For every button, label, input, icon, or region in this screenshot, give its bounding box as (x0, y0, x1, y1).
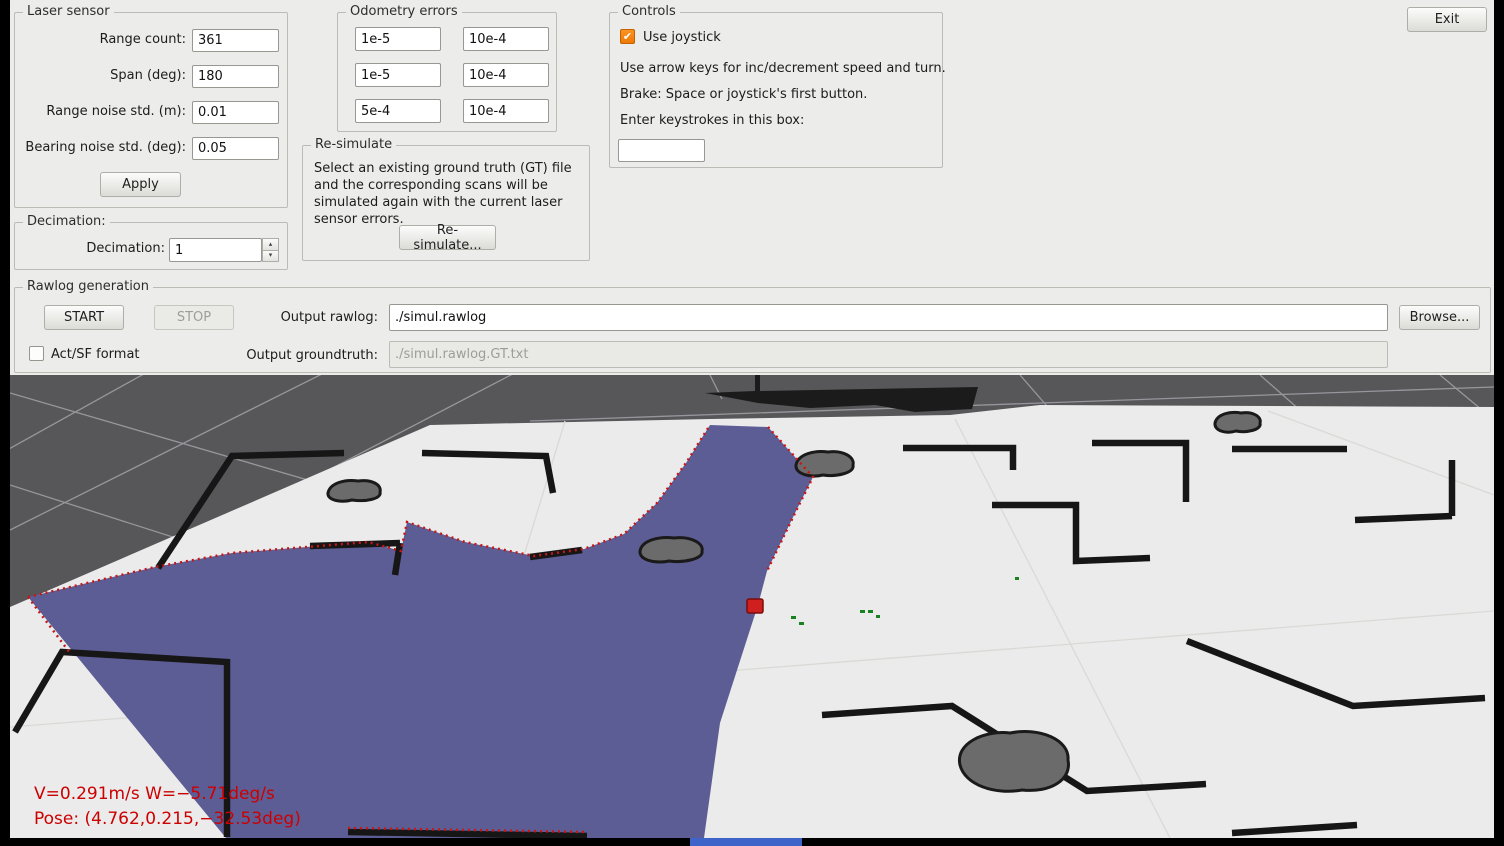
obstacle-blob (1215, 412, 1260, 432)
robot-marker (747, 599, 763, 613)
odometry-error-input-2-0[interactable] (355, 99, 441, 123)
range-noise-input[interactable] (192, 101, 279, 124)
decimation-group-title: Decimation: (23, 214, 110, 229)
control-panel: Laser sensor Range count: Span (deg): Ra… (10, 0, 1494, 375)
odometry-error-input-1-1[interactable] (463, 63, 549, 87)
controls-help-line-1: Use arrow keys for inc/decrement speed a… (620, 61, 946, 76)
controls-help-line-2: Brake: Space or joystick's first button. (620, 87, 867, 102)
decimation-label: Decimation: (21, 241, 165, 256)
controls-group: Controls ✔ Use joystick Use arrow keys f… (609, 12, 943, 168)
use-joystick-checkbox[interactable]: ✔ (620, 29, 635, 44)
decimation-input[interactable] (169, 238, 262, 262)
resimulate-button[interactable]: Re-simulate... (399, 225, 496, 250)
decimation-group: Decimation: Decimation: ▴ ▾ (14, 222, 288, 270)
bearing-noise-input[interactable] (192, 137, 279, 160)
exit-button[interactable]: Exit (1407, 7, 1487, 32)
spin-down-icon[interactable]: ▾ (262, 251, 279, 263)
actsf-format-checkbox[interactable] (29, 346, 44, 361)
bottom-blue-strip (690, 838, 802, 846)
odometry-errors-group-title: Odometry errors (346, 4, 462, 19)
laser-sensor-group: Laser sensor Range count: Span (deg): Ra… (14, 12, 288, 208)
output-groundtruth-input (389, 341, 1388, 368)
obstacle-blob (328, 481, 380, 502)
resimulate-group: Re-simulate Select an existing ground tr… (302, 145, 590, 261)
apply-button[interactable]: Apply (100, 172, 181, 197)
controls-help-line-3: Enter keystrokes in this box: (620, 113, 804, 128)
decimation-spinner[interactable]: ▴ ▾ (169, 238, 279, 262)
span-deg-input[interactable] (192, 65, 279, 88)
check-icon: ✔ (623, 31, 632, 42)
browse-button[interactable]: Browse... (1399, 305, 1480, 330)
start-button[interactable]: START (44, 305, 124, 330)
obstacle-blob (640, 538, 702, 562)
output-rawlog-input[interactable] (389, 304, 1388, 331)
laser-sensor-group-title: Laser sensor (23, 4, 114, 19)
keystroke-input[interactable] (618, 139, 705, 162)
use-joystick-label: Use joystick (643, 30, 721, 45)
odometry-error-input-1-0[interactable] (355, 63, 441, 87)
odometry-errors-group: Odometry errors (337, 12, 557, 132)
output-rawlog-label: Output rawlog: (215, 310, 378, 325)
bottom-black-strip (0, 838, 1504, 846)
actsf-format-label: Act/SF format (51, 347, 140, 362)
resimulate-description: Select an existing ground truth (GT) fil… (314, 160, 582, 228)
hud-velocity-text: V=0.291m/s W=−5.71deg/s (34, 784, 275, 804)
rawlog-generation-group: Rawlog generation START STOP Output rawl… (14, 287, 1491, 373)
odometry-error-input-2-1[interactable] (463, 99, 549, 123)
resimulate-group-title: Re-simulate (311, 137, 396, 152)
letterbox-left (0, 0, 10, 846)
range-noise-label: Range noise std. (m): (21, 104, 186, 119)
range-count-label: Range count: (21, 32, 186, 47)
3d-viewport[interactable]: V=0.291m/s W=−5.71deg/s Pose: (4.762,0.2… (10, 375, 1494, 838)
obstacle-blob (959, 732, 1068, 792)
odometry-error-input-0-0[interactable] (355, 27, 441, 51)
spin-up-icon[interactable]: ▴ (262, 238, 279, 251)
output-groundtruth-label: Output groundtruth: (215, 348, 378, 363)
bearing-noise-label: Bearing noise std. (deg): (21, 140, 186, 155)
rawlog-generation-group-title: Rawlog generation (23, 279, 153, 294)
scene-canvas: V=0.291m/s W=−5.71deg/s Pose: (4.762,0.2… (10, 375, 1494, 838)
obstacle-blob (796, 452, 853, 476)
range-count-input[interactable] (192, 29, 279, 52)
odometry-error-input-0-1[interactable] (463, 27, 549, 51)
controls-group-title: Controls (618, 4, 680, 19)
hud-pose-text: Pose: (4.762,0.215,−32.53deg) (34, 809, 301, 829)
letterbox-right (1494, 0, 1504, 846)
simulator-window: Laser sensor Range count: Span (deg): Ra… (10, 0, 1494, 838)
span-deg-label: Span (deg): (21, 68, 186, 83)
